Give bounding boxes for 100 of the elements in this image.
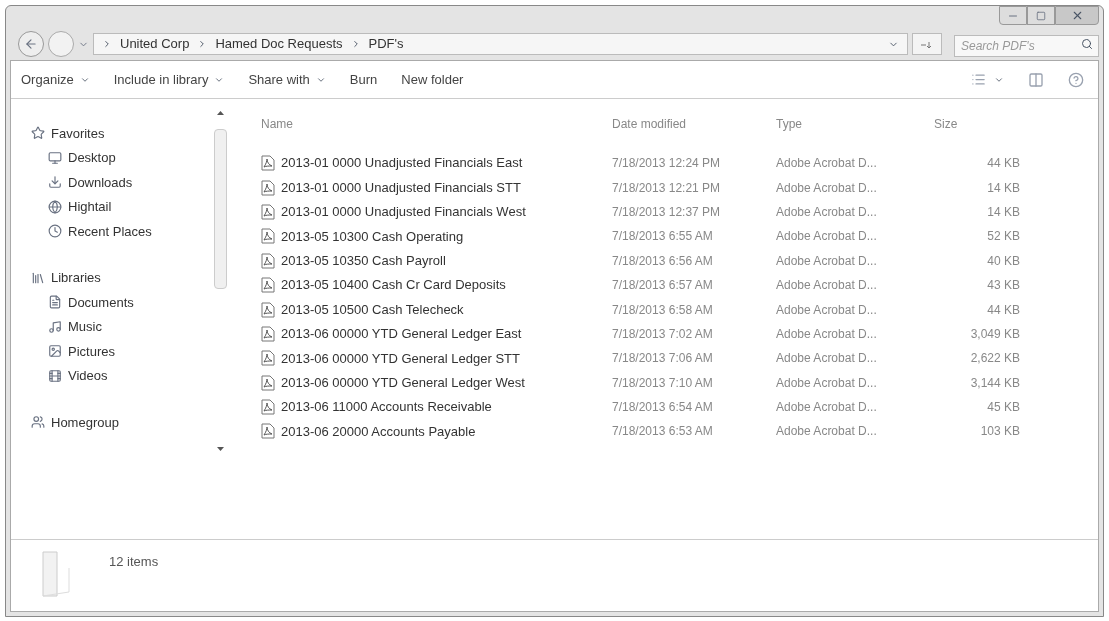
date-cell-text: 7/18/2013 6:55 AM bbox=[612, 228, 714, 246]
file-row[interactable]: 2013-01 0000 Unadjusted Financials STT 7/18/2013 12:21 PM Adobe Acrobat D... 14 KB bbox=[261, 175, 1098, 200]
refresh-button[interactable] bbox=[912, 33, 942, 55]
size-cell-text: 103 KB bbox=[979, 423, 1020, 441]
sidebar-item[interactable]: Recent Places bbox=[68, 221, 152, 241]
date-cell-text: 7/18/2013 6:53 AM bbox=[612, 423, 714, 441]
monitor-icon bbox=[48, 150, 62, 165]
close-button[interactable] bbox=[1055, 6, 1099, 25]
type-cell-text: Adobe Acrobat D... bbox=[776, 399, 878, 417]
item-count: 12 items bbox=[109, 553, 159, 571]
preview-pane-icon[interactable] bbox=[1028, 71, 1044, 88]
type-cell-text: Adobe Acrobat D... bbox=[776, 325, 878, 343]
type-cell-text: Adobe Acrobat D... bbox=[776, 203, 878, 221]
toolbar-button[interactable]: Organize bbox=[21, 69, 90, 90]
file-name: 2013-01 0000 Unadjusted Financials STT bbox=[281, 178, 521, 197]
breadcrumb[interactable]: PDF's bbox=[368, 34, 404, 54]
toolbar-button[interactable]: Include in library bbox=[113, 69, 225, 90]
file-row[interactable]: 2013-05 10350 Cash Payroll 7/18/2013 6:56 AM Adobe Acrobat D... 40 KB bbox=[261, 248, 1098, 273]
pdf-file-icon bbox=[261, 325, 275, 342]
search-icon bbox=[1081, 38, 1093, 50]
type-cell-text: Adobe Acrobat D... bbox=[776, 179, 878, 197]
date-cell-text: 7/18/2013 12:37 PM bbox=[612, 203, 722, 221]
sidebar-item[interactable]: Favorites bbox=[51, 123, 105, 143]
file-name: 2013-06 11000 Accounts Receivable bbox=[281, 398, 492, 417]
minimize-button[interactable] bbox=[999, 6, 1027, 25]
date-cell-text: 7/18/2013 6:58 AM bbox=[612, 301, 714, 319]
pdf-file-icon bbox=[261, 374, 275, 391]
address-bar[interactable]: United Corp Hamed Doc Requests PDF's bbox=[93, 33, 908, 55]
file-name: 2013-06 20000 Accounts Payable bbox=[281, 422, 476, 441]
pdf-file-icon bbox=[261, 423, 275, 440]
search-field[interactable]: Search PDF's bbox=[954, 35, 1099, 57]
sidebar-item[interactable]: Downloads bbox=[68, 172, 133, 192]
toolbar-button[interactable]: New folder bbox=[401, 69, 464, 90]
maximize-button[interactable] bbox=[1027, 6, 1055, 25]
size-cell-text: 2,622 KB bbox=[969, 350, 1020, 368]
column-header[interactable]: Type bbox=[776, 115, 934, 133]
sidebar-item[interactable]: Videos bbox=[68, 366, 108, 386]
globe-icon bbox=[48, 199, 62, 214]
file-row[interactable]: 2013-05 10300 Cash Operating 7/18/2013 6:55 AM Adobe Acrobat D... 52 KB bbox=[261, 224, 1098, 249]
size-cell-text: 40 KB bbox=[986, 252, 1020, 270]
homegroup-icon bbox=[31, 415, 45, 430]
file-name: 2013-06 00000 YTD General Ledger STT bbox=[281, 349, 520, 368]
type-cell-text: Adobe Acrobat D... bbox=[776, 301, 878, 319]
pdf-file-icon bbox=[261, 179, 275, 196]
star-icon bbox=[31, 126, 45, 141]
file-name: 2013-05 10350 Cash Payroll bbox=[281, 252, 446, 270]
column-header[interactable]: Name bbox=[261, 115, 612, 133]
date-cell-text: 7/18/2013 7:10 AM bbox=[612, 374, 714, 392]
type-cell-text: Adobe Acrobat D... bbox=[776, 252, 878, 270]
size-cell-text: 14 KB bbox=[986, 203, 1020, 221]
file-row[interactable]: 2013-01 0000 Unadjusted Financials West 7/18/2013 12:37 PM Adobe Acrobat D... 14 KB bbox=[261, 199, 1098, 225]
column-header[interactable]: Date modified bbox=[612, 115, 776, 133]
sidebar-item[interactable]: Music bbox=[68, 317, 102, 337]
toolbar-button[interactable]: Share with bbox=[248, 69, 326, 90]
view-options-icon[interactable] bbox=[971, 72, 986, 87]
scroll-down-arrow-icon[interactable] bbox=[217, 447, 224, 451]
file-row[interactable]: 2013-05 10500 Cash Telecheck 7/18/2013 6:58 AM Adobe Acrobat D... 44 KB bbox=[261, 297, 1098, 322]
breadcrumb[interactable]: United Corp bbox=[120, 34, 190, 54]
file-row[interactable]: 2013-06 11000 Accounts Receivable 7/18/2013 6:54 AM Adobe Acrobat D... 45 KB bbox=[261, 394, 1098, 420]
file-name: 2013-05 10400 Cash Cr Card Deposits bbox=[281, 276, 506, 295]
scroll-up-arrow-icon[interactable] bbox=[217, 111, 224, 115]
pdf-file-icon bbox=[261, 252, 275, 269]
file-row[interactable]: 2013-06 00000 YTD General Ledger West 7/18/2013 7:10 AM Adobe Acrobat D... 3,144 KB bbox=[261, 370, 1098, 395]
sidebar-item[interactable]: Pictures bbox=[68, 341, 115, 361]
date-cell-text: 7/18/2013 6:54 AM bbox=[612, 399, 714, 417]
toolbar-button[interactable]: Burn bbox=[349, 69, 378, 90]
help-icon[interactable] bbox=[1068, 71, 1084, 88]
date-cell-text: 7/18/2013 7:02 AM bbox=[612, 325, 714, 343]
type-cell-text: Adobe Acrobat D... bbox=[776, 228, 878, 246]
film-icon bbox=[48, 368, 62, 383]
file-row[interactable]: 2013-06 20000 Accounts Payable 7/18/2013 6:53 AM Adobe Acrobat D... 103 KB bbox=[261, 419, 1098, 444]
forward-button[interactable] bbox=[48, 31, 74, 57]
sidebar-item[interactable]: Documents bbox=[68, 292, 134, 312]
file-row[interactable]: 2013-01 0000 Unadjusted Financials East 7/18/2013 12:24 PM Adobe Acrobat D... 44 KB bbox=[261, 151, 1098, 176]
size-cell-text: 43 KB bbox=[986, 277, 1020, 295]
sidebar-item[interactable]: Homegroup bbox=[51, 412, 119, 432]
file-row[interactable]: 2013-05 10400 Cash Cr Card Deposits 7/18/2013 6:57 AM Adobe Acrobat D... 43 KB bbox=[261, 272, 1098, 298]
image-icon bbox=[48, 344, 62, 359]
sidebar-item[interactable]: Libraries bbox=[51, 268, 101, 288]
column-header[interactable]: Size bbox=[934, 115, 1022, 133]
file-name: 2013-06 00000 YTD General Ledger West bbox=[281, 373, 525, 392]
breadcrumb[interactable]: Hamed Doc Requests bbox=[215, 34, 343, 54]
size-cell-text: 44 KB bbox=[986, 155, 1020, 173]
sidebar-scrollbar[interactable] bbox=[212, 111, 229, 451]
sidebar-item[interactable]: Desktop bbox=[68, 148, 116, 168]
music-note-icon bbox=[48, 319, 62, 334]
date-cell-text: 7/18/2013 12:24 PM bbox=[612, 155, 722, 173]
date-cell-text: 7/18/2013 6:57 AM bbox=[612, 277, 714, 295]
back-button[interactable] bbox=[18, 31, 44, 57]
pdf-file-icon bbox=[261, 203, 275, 220]
file-name: 2013-05 10300 Cash Operating bbox=[281, 227, 464, 246]
pdf-file-icon bbox=[261, 155, 275, 172]
file-row[interactable]: 2013-06 00000 YTD General Ledger STT 7/18/2013 7:06 AM Adobe Acrobat D... 2,622 KB bbox=[261, 346, 1098, 371]
pdf-file-icon bbox=[261, 277, 275, 294]
date-cell-text: 7/18/2013 7:06 AM bbox=[612, 350, 714, 368]
size-cell-text: 45 KB bbox=[986, 399, 1020, 417]
maximize-icon bbox=[1036, 10, 1046, 21]
size-cell-text: 14 KB bbox=[986, 179, 1020, 197]
sidebar-item[interactable]: Hightail bbox=[68, 197, 112, 217]
file-row[interactable]: 2013-06 00000 YTD General Ledger East 7/18/2013 7:02 AM Adobe Acrobat D... 3,049 KB bbox=[261, 321, 1098, 347]
